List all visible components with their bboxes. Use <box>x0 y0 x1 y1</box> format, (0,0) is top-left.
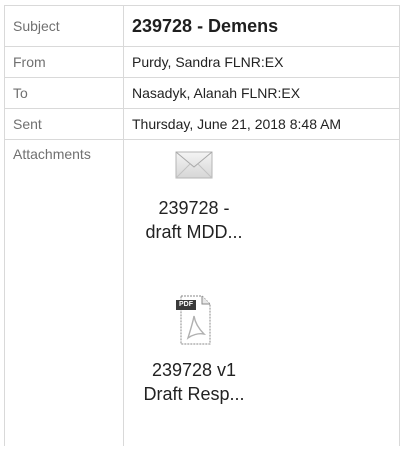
from-value: Purdy, Sandra FLNR:EX <box>123 46 400 78</box>
to-label: To <box>4 77 124 109</box>
attachments-area: 239728 - draft MDD... PDF 239728 v1 Draf… <box>132 146 399 446</box>
envelope-icon <box>175 150 213 180</box>
subject-value: 239728 - Demens <box>123 5 400 47</box>
subject-label: Subject <box>4 5 124 47</box>
sent-label: Sent <box>4 108 124 140</box>
attachment-name-line2: Draft Resp... <box>143 384 245 404</box>
to-value: Nasadyk, Alanah FLNR:EX <box>123 77 400 109</box>
attachments-row: Attachments 239728 - draft MDD... PDF 23… <box>4 139 400 446</box>
from-label: From <box>4 46 124 78</box>
attachment-name-line2: draft MDD... <box>145 222 243 242</box>
from-row: From Purdy, Sandra FLNR:EX <box>4 46 400 78</box>
attachments-label: Attachments <box>4 139 124 446</box>
attachment-item[interactable]: 239728 - draft MDD... <box>125 150 265 244</box>
attachment-item[interactable]: PDF 239728 v1 Draft Resp... <box>125 294 265 406</box>
email-header-table: Subject 239728 - Demens From Purdy, Sand… <box>4 5 400 446</box>
sent-value: Thursday, June 21, 2018 8:48 AM <box>123 108 400 140</box>
subject-row: Subject 239728 - Demens <box>4 5 400 47</box>
attachment-name-line1: 239728 - <box>158 198 230 218</box>
to-row: To Nasadyk, Alanah FLNR:EX <box>4 77 400 109</box>
attachment-name-line1: 239728 v1 <box>151 360 237 380</box>
pdf-file-icon: PDF <box>174 294 214 346</box>
pdf-badge-label: PDF <box>179 301 193 308</box>
attachments-cell: 239728 - draft MDD... PDF 239728 v1 Draf… <box>123 139 400 446</box>
sent-row: Sent Thursday, June 21, 2018 8:48 AM <box>4 108 400 140</box>
